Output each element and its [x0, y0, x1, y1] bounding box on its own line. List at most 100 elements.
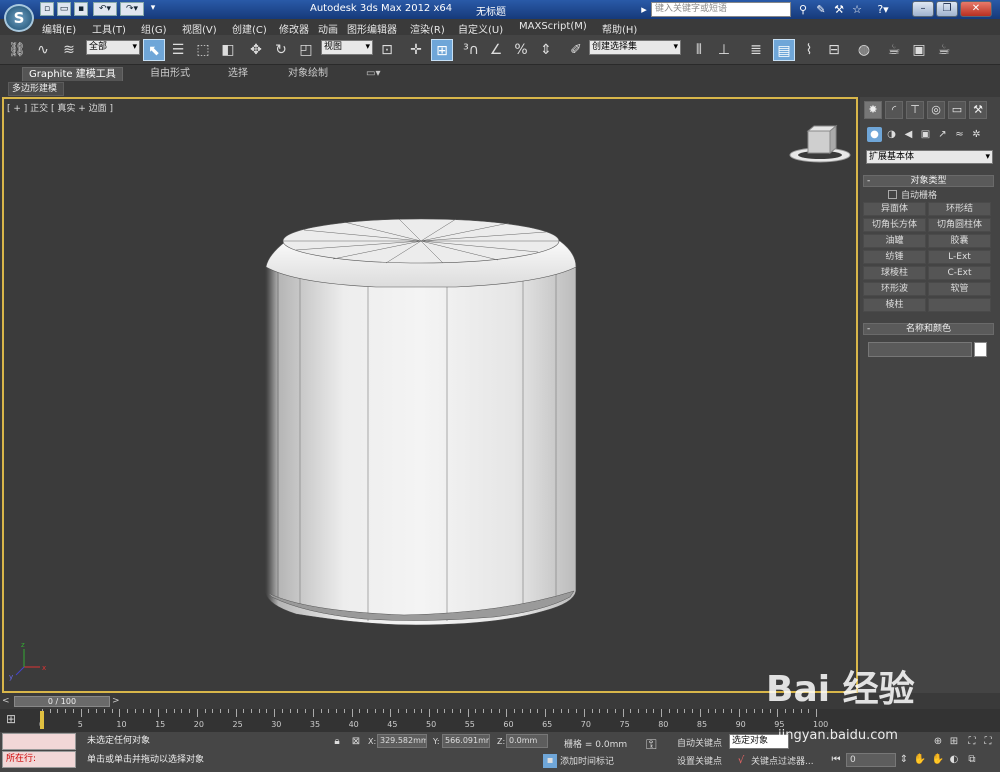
time-slider-prev-icon[interactable]: < [2, 696, 12, 707]
ringwave-button[interactable]: 环形波 [863, 282, 926, 296]
transform-mode-icon[interactable]: ⊠ [349, 735, 363, 749]
rectangular-selection-icon[interactable]: ⬚ [192, 39, 214, 61]
tab-selection[interactable]: 选择 [222, 67, 254, 81]
primitive-category-dropdown[interactable]: 扩展基本体 [866, 150, 993, 164]
perspective-viewport[interactable]: [ + ] 正交 [ 真实 + 边面 ] x z y [2, 97, 858, 693]
time-slider-thumb[interactable]: 0 / 100 [14, 696, 110, 707]
angle-snap-icon[interactable]: ∠ [485, 39, 507, 61]
gengon-button[interactable]: 球棱柱 [863, 266, 926, 280]
pivot-center-icon[interactable]: ⊡ [376, 39, 398, 61]
autogrid-checkbox-box[interactable] [888, 190, 897, 199]
mirror-icon[interactable]: ⫴ [688, 39, 710, 61]
lock-icon[interactable]: 🔒︎ [330, 735, 344, 749]
tab-hierarchy[interactable]: ⊤ [906, 101, 924, 119]
close-button[interactable]: ✕ [960, 1, 992, 17]
walk-through-icon[interactable]: ✋ [930, 753, 946, 767]
exchange-icon[interactable]: ⚒ [831, 2, 847, 17]
open-file-icon[interactable]: ▭ [57, 2, 71, 16]
capsule-button[interactable]: 胶囊 [928, 234, 991, 248]
select-manipulate-icon[interactable]: ✛ [405, 39, 427, 61]
menu-group[interactable]: 组(G) [141, 21, 167, 36]
maxscript-listener-input[interactable] [2, 733, 76, 750]
orbit-icon[interactable]: ◐ [946, 753, 962, 767]
ribbon-polygon-modeling[interactable]: 多边形建模 [8, 82, 64, 96]
rendered-frame-icon[interactable]: ▣ [908, 39, 930, 61]
tab-modify[interactable]: ◜ [885, 101, 903, 119]
x-coordinate-field[interactable]: 329.582mm [377, 734, 427, 748]
zoom-all-icon[interactable]: ⊞ [946, 735, 962, 749]
menu-views[interactable]: 视图(V) [182, 21, 217, 36]
key-filters-button[interactable]: 关键点过滤器... [751, 754, 814, 767]
redo-icon[interactable]: ↷▾ [120, 2, 144, 16]
move-icon[interactable]: ✥ [245, 39, 267, 61]
unlink-icon[interactable]: ∿ [32, 39, 54, 61]
save-file-icon[interactable]: ▪ [74, 2, 88, 16]
spinner-snap-icon[interactable]: ⇕ [535, 39, 557, 61]
object-type-rollout-header[interactable]: - 对象类型 [863, 175, 994, 187]
auto-key-button[interactable]: 自动关键点 [677, 736, 722, 749]
reference-coordinate-dropdown[interactable]: 视图 [321, 40, 373, 55]
zoom-extents-all-icon[interactable]: ⛶ [980, 735, 996, 749]
z-coordinate-field[interactable]: 0.0mm [506, 734, 548, 748]
menu-create[interactable]: 创建(C) [232, 21, 267, 36]
quick-access-dropdown-icon[interactable]: ▾ [147, 2, 159, 16]
select-object-icon[interactable]: ⬉ [143, 39, 165, 61]
chamfer-box-button[interactable]: 切角长方体 [863, 218, 926, 232]
selection-filter-dropdown[interactable]: 全部 [86, 40, 140, 55]
view-cube[interactable] [789, 124, 851, 163]
chamfer-cyl-button[interactable]: 切角圆柱体 [928, 218, 991, 232]
edit-named-selection-icon[interactable]: ✐ [565, 39, 587, 61]
menu-maxscript[interactable]: MAXScript(M) [519, 21, 587, 32]
set-key-icon[interactable]: ⚿ [646, 738, 668, 752]
lights-icon[interactable]: ◀ [901, 127, 916, 142]
tab-freeform[interactable]: 自由形式 [144, 67, 196, 81]
bind-space-warp-icon[interactable]: ≋ [58, 39, 80, 61]
geometry-icon[interactable]: ● [867, 127, 882, 142]
menu-graph-editors[interactable]: 图形编辑器 [347, 21, 397, 36]
search-arrow-icon[interactable]: ▸ [636, 2, 652, 17]
rotate-icon[interactable]: ↻ [270, 39, 292, 61]
new-file-icon[interactable]: ▫ [40, 2, 54, 16]
maxscript-line-label[interactable]: 所在行: [2, 751, 76, 768]
menu-rendering[interactable]: 渲染(R) [410, 21, 445, 36]
scale-icon[interactable]: ◰ [295, 39, 317, 61]
tab-utilities[interactable]: ⚒ [969, 101, 987, 119]
chamfer-cylinder[interactable] [265, 218, 577, 626]
l-ext-button[interactable]: L-Ext [928, 250, 991, 264]
current-frame-field[interactable]: 0 [846, 753, 896, 767]
layer-manager-icon[interactable]: ≣ [745, 39, 767, 61]
window-crossing-icon[interactable]: ◧ [217, 39, 239, 61]
add-time-tag[interactable]: 添加时间标记 [560, 754, 614, 767]
oil-tank-button[interactable]: 油罐 [863, 234, 926, 248]
undo-icon[interactable]: ↶▾ [93, 2, 117, 16]
menu-tools[interactable]: 工具(T) [92, 21, 126, 36]
set-key-button[interactable]: 设置关键点 [677, 754, 722, 767]
menu-animation[interactable]: 动画 [318, 21, 338, 36]
tab-display[interactable]: ▭ [948, 101, 966, 119]
material-editor-icon[interactable]: ◍ [853, 39, 875, 61]
named-selection-dropdown[interactable]: 创建选择集 [589, 40, 681, 55]
goto-start-icon[interactable]: ⏮ [828, 753, 844, 767]
app-logo-icon[interactable]: S [4, 4, 34, 32]
keyboard-shortcut-override-icon[interactable]: ⊞ [431, 39, 453, 61]
restore-button[interactable]: ❐ [936, 1, 958, 17]
tab-object-paint[interactable]: 对象绘制 [282, 67, 334, 81]
cameras-icon[interactable]: ▣ [918, 127, 933, 142]
select-by-name-icon[interactable]: ☰ [167, 39, 189, 61]
helpers-icon[interactable]: ↗ [935, 127, 950, 142]
menu-edit[interactable]: 编辑(E) [42, 21, 76, 36]
curve-editor-icon[interactable]: ⌇ [798, 39, 820, 61]
favorites-icon[interactable]: ☆ [849, 2, 865, 17]
menu-help[interactable]: 帮助(H) [602, 21, 637, 36]
systems-icon[interactable]: ✲ [969, 127, 984, 142]
link-icon[interactable]: ⛓ [6, 39, 28, 61]
schematic-view-icon[interactable]: ⊟ [823, 39, 845, 61]
align-icon[interactable]: ⊥ [713, 39, 735, 61]
graphite-toggle-icon[interactable]: ▤ [773, 39, 795, 61]
space-warps-icon[interactable]: ≈ [952, 127, 967, 142]
torus-knot-button[interactable]: 环形结 [928, 202, 991, 216]
snap-toggle-icon[interactable]: ³∩ [460, 39, 482, 61]
zoom-icon[interactable]: ⊕ [930, 735, 946, 749]
object-name-input[interactable] [868, 342, 972, 357]
maximize-viewport-icon[interactable]: ⧉ [964, 753, 980, 767]
